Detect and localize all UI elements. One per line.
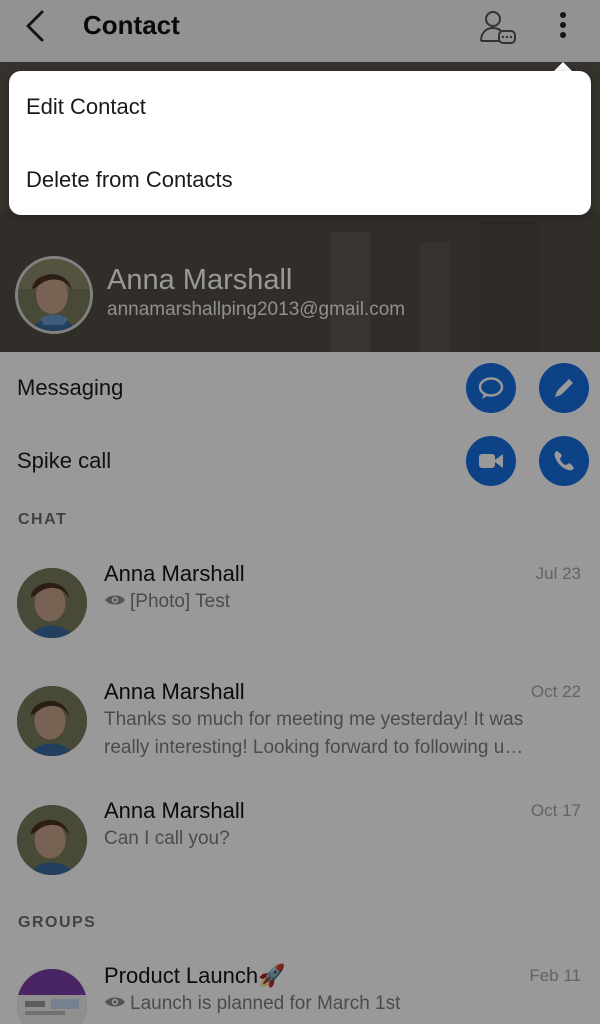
menu-item-delete-contact[interactable]: Delete from Contacts [26,165,233,195]
menu-item-edit-contact[interactable]: Edit Contact [26,92,146,122]
options-menu: Edit Contact Delete from Contacts [9,71,591,215]
contact-screen: Contact Anna Marshall annamarshallping20… [0,0,600,1024]
